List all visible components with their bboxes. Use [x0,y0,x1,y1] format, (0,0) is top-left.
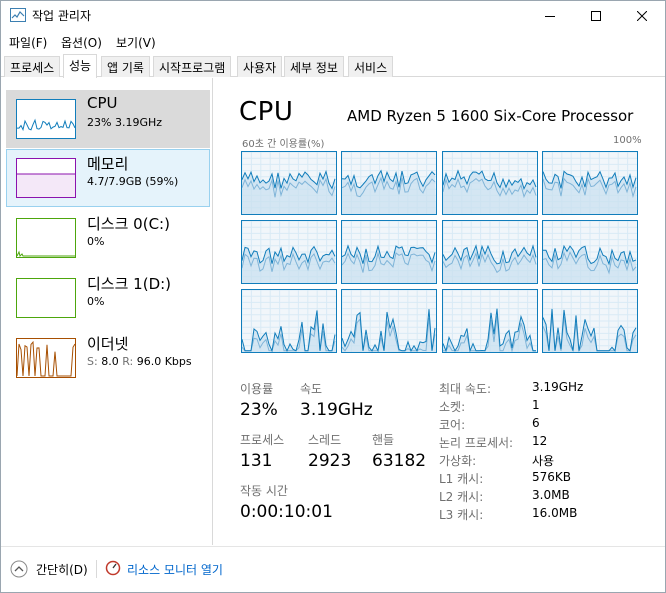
info-value-cores: 6 [532,416,540,430]
cpu-core-graph [341,151,437,215]
cpu-core-graph [542,151,638,215]
menu-bar: 파일(F) 옵션(O) 보기(V) [1,31,665,53]
info-label-logical-processors: 논리 프로세서: [439,436,514,450]
info-value-l3-cache: 16.0MB [532,506,578,520]
uptime-label: 작동 시간 [240,484,288,498]
maximize-button[interactable] [573,1,619,31]
info-label-virtualization: 가상화: [439,454,477,468]
resource-ethernet[interactable]: 이더넷 S: 8.0 R: 96.0 Kbps [6,329,210,387]
speed-label: 속도 [300,382,323,396]
maximize-icon [591,11,601,21]
close-icon [637,11,647,21]
window-title: 작업 관리자 [32,9,92,23]
handles-value: 63182 [372,451,427,471]
resource-disk0-detail: 0% [87,235,105,248]
tab-processes[interactable]: 프로세스 [4,56,61,77]
info-label-l1-cache: L1 캐시: [439,472,484,486]
ethernet-recv-label: R: [122,355,134,368]
tab-details[interactable]: 세부 정보 [284,56,344,77]
info-label-l3-cache: L3 캐시: [439,508,484,522]
memory-thumbnail-graph [16,158,76,198]
cpu-core-graph [241,220,337,284]
handles-label: 핸들 [372,433,395,447]
close-button[interactable] [619,1,665,31]
cpu-thumbnail-graph [16,99,76,139]
cpu-core-graph [542,289,638,353]
resource-cpu-detail: 23% 3.19GHz [87,116,163,129]
utilization-label: 이용률 [240,382,274,396]
resource-disk0[interactable]: 디스크 0(C:) 0% [6,209,210,267]
cpu-core-graph [241,289,337,353]
chevron-up-icon[interactable] [10,560,28,578]
info-label-cores: 코어: [439,418,466,432]
resource-disk1[interactable]: 디스크 1(D:) 0% [6,269,210,327]
resource-ethernet-name: 이더넷 [87,335,129,353]
cpu-core-graph [542,220,638,284]
info-label-sockets: 소켓: [439,400,466,414]
cpu-core-graph [241,151,337,215]
menu-file[interactable]: 파일(F) [9,34,47,51]
resource-disk1-detail: 0% [87,295,105,308]
info-value-sockets: 1 [532,398,540,412]
menu-view[interactable]: 보기(V) [116,34,156,51]
title-bar[interactable]: 작업 관리자 [1,1,665,31]
resource-list: CPU 23% 3.19GHz 메모리 4.7/7.9GB (59%) 디스크 … [1,78,213,545]
resource-memory[interactable]: 메모리 4.7/7.9GB (59%) [6,149,210,207]
ethernet-thumbnail-graph [16,338,76,378]
resource-monitor-icon[interactable] [105,560,121,576]
footer-divider [96,560,97,578]
ethernet-recv-value: 96.0 Kbps [136,355,192,368]
cpu-core-graph [442,151,538,215]
resource-cpu-name: CPU [87,94,118,112]
ethernet-send-value: 8.0 [101,355,119,368]
disk1-thumbnail-graph [16,278,76,318]
resource-ethernet-detail: S: 8.0 R: 96.0 Kbps [87,355,192,368]
ethernet-send-label: S: [87,355,98,368]
tab-bar: 프로세스 성능 앱 기록 시작프로그램 사용자 세부 정보 서비스 [1,54,665,78]
tab-startup[interactable]: 시작프로그램 [153,56,232,77]
tab-performance[interactable]: 성능 [63,54,98,78]
utilization-value: 23% [240,400,278,420]
threads-label: 스레드 [308,433,342,447]
graph-max-label: 100% [613,135,642,146]
footer-bar: 간단히(D) 리소스 모니터 열기 [1,546,665,592]
cpu-core-graph [442,289,538,353]
info-value-virtualization: 사용 [532,454,555,468]
cpu-core-graph [442,220,538,284]
tab-app-history[interactable]: 앱 기록 [101,56,150,77]
cpu-core-graph [341,289,437,353]
graph-caption: 60초 간 이용률(%) [242,139,325,150]
tab-users[interactable]: 사용자 [237,56,283,77]
info-label-max-speed: 최대 속도: [439,382,492,396]
tab-services[interactable]: 서비스 [348,56,394,77]
page-title: CPU [239,97,294,127]
minimize-button[interactable] [527,1,573,31]
info-value-max-speed: 3.19GHz [532,380,584,394]
menu-options[interactable]: 옵션(O) [61,34,102,51]
task-manager-app-icon [10,8,26,22]
disk0-thumbnail-graph [16,218,76,258]
uptime-value: 0:00:10:01 [240,502,333,522]
info-value-logical-processors: 12 [532,434,548,448]
speed-value: 3.19GHz [300,400,373,420]
resource-cpu[interactable]: CPU 23% 3.19GHz [6,90,210,148]
processes-value: 131 [240,451,273,471]
task-manager-window: 작업 관리자 파일(F) 옵션(O) 보기(V) 프로세스 성능 앱 기록 시작… [0,0,666,593]
resource-memory-name: 메모리 [87,155,129,173]
info-value-l1-cache: 576KB [532,470,572,484]
open-resource-monitor-link[interactable]: 리소스 모니터 열기 [127,561,223,578]
resource-memory-detail: 4.7/7.9GB (59%) [87,175,179,188]
threads-value: 2923 [308,451,352,471]
cpu-core-graph [341,220,437,284]
processes-label: 프로세스 [240,433,285,447]
collapse-button[interactable]: 간단히(D) [36,561,88,578]
processor-name: AMD Ryzen 5 1600 Six-Core Processor [347,107,634,125]
info-value-l2-cache: 3.0MB [532,488,570,502]
resource-disk0-name: 디스크 0(C:) [87,215,170,233]
info-label-l2-cache: L2 캐시: [439,490,484,504]
minimize-icon [545,16,555,17]
resource-disk1-name: 디스크 1(D:) [87,275,172,293]
